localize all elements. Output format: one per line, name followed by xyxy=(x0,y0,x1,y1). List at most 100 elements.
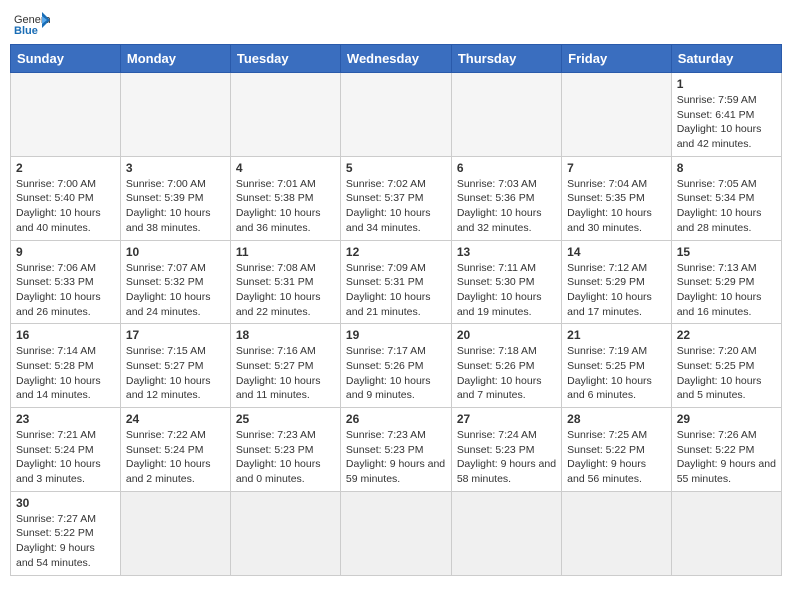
day-number: 28 xyxy=(567,412,666,426)
calendar-cell: 22 Sunrise: 7:20 AMSunset: 5:25 PMDayligh… xyxy=(671,324,781,408)
day-info: Sunrise: 7:18 AMSunset: 5:26 PMDaylight:… xyxy=(457,344,556,403)
week-row-6: 30 Sunrise: 7:27 AMSunset: 5:22 PMDayligh… xyxy=(11,491,782,575)
day-info: Sunrise: 7:16 AMSunset: 5:27 PMDaylight:… xyxy=(236,344,335,403)
day-info: Sunrise: 7:03 AMSunset: 5:36 PMDaylight:… xyxy=(457,177,556,236)
calendar-cell: 1Sunrise: 7:59 AMSunset: 6:41 PMDaylight… xyxy=(671,73,781,157)
day-info: Sunrise: 7:14 AMSunset: 5:28 PMDaylight:… xyxy=(16,344,115,403)
calendar-table: SundayMondayTuesdayWednesdayThursdayFrid… xyxy=(10,44,782,576)
day-number: 7 xyxy=(567,161,666,175)
day-info: Sunrise: 7:26 AMSunset: 5:22 PMDaylight:… xyxy=(677,428,776,487)
days-header-row: SundayMondayTuesdayWednesdayThursdayFrid… xyxy=(11,45,782,73)
calendar-cell: 3 Sunrise: 7:00 AMSunset: 5:39 PMDaylight… xyxy=(120,156,230,240)
day-info: Sunrise: 7:11 AMSunset: 5:30 PMDaylight:… xyxy=(457,261,556,320)
day-number: 27 xyxy=(457,412,556,426)
day-number: 17 xyxy=(126,328,225,342)
day-number: 23 xyxy=(16,412,115,426)
day-number: 12 xyxy=(346,245,446,259)
week-row-4: 16 Sunrise: 7:14 AMSunset: 5:28 PMDayligh… xyxy=(11,324,782,408)
day-number: 15 xyxy=(677,245,776,259)
day-number: 13 xyxy=(457,245,556,259)
calendar-cell: 27Sunrise: 7:24 AMSunset: 5:23 PMDayligh… xyxy=(451,408,561,492)
calendar-cell: 10 Sunrise: 7:07 AMSunset: 5:32 PMDayligh… xyxy=(120,240,230,324)
day-number: 30 xyxy=(16,496,115,510)
day-info: Sunrise: 7:19 AMSunset: 5:25 PMDaylight:… xyxy=(567,344,666,403)
calendar-cell: 13 Sunrise: 7:11 AMSunset: 5:30 PMDayligh… xyxy=(451,240,561,324)
day-number: 6 xyxy=(457,161,556,175)
day-info: Sunrise: 7:15 AMSunset: 5:27 PMDaylight:… xyxy=(126,344,225,403)
calendar-cell: 16 Sunrise: 7:14 AMSunset: 5:28 PMDayligh… xyxy=(11,324,121,408)
day-number: 24 xyxy=(126,412,225,426)
calendar-cell xyxy=(562,73,672,157)
day-number: 2 xyxy=(16,161,115,175)
day-info: Sunrise: 7:20 AMSunset: 5:25 PMDaylight:… xyxy=(677,344,776,403)
day-info: Sunrise: 7:13 AMSunset: 5:29 PMDaylight:… xyxy=(677,261,776,320)
day-number: 11 xyxy=(236,245,335,259)
calendar-cell: 7 Sunrise: 7:04 AMSunset: 5:35 PMDaylight… xyxy=(562,156,672,240)
week-row-3: 9 Sunrise: 7:06 AMSunset: 5:33 PMDaylight… xyxy=(11,240,782,324)
day-info: Sunrise: 7:04 AMSunset: 5:35 PMDaylight:… xyxy=(567,177,666,236)
day-number: 19 xyxy=(346,328,446,342)
day-header-wednesday: Wednesday xyxy=(340,45,451,73)
day-number: 18 xyxy=(236,328,335,342)
calendar-cell: 11Sunrise: 7:08 AMSunset: 5:31 PMDayligh… xyxy=(230,240,340,324)
day-info: Sunrise: 7:06 AMSunset: 5:33 PMDaylight:… xyxy=(16,261,115,320)
calendar-cell: 23Sunrise: 7:21 AMSunset: 5:24 PMDayligh… xyxy=(11,408,121,492)
day-header-monday: Monday xyxy=(120,45,230,73)
day-info: Sunrise: 7:27 AMSunset: 5:22 PMDaylight:… xyxy=(16,512,115,571)
day-info: Sunrise: 7:09 AMSunset: 5:31 PMDaylight:… xyxy=(346,261,446,320)
calendar-cell: 21Sunrise: 7:19 AMSunset: 5:25 PMDayligh… xyxy=(562,324,672,408)
calendar-cell: 5Sunrise: 7:02 AMSunset: 5:37 PMDaylight… xyxy=(340,156,451,240)
day-number: 10 xyxy=(126,245,225,259)
calendar-cell: 2Sunrise: 7:00 AMSunset: 5:40 PMDaylight… xyxy=(11,156,121,240)
day-info: Sunrise: 7:07 AMSunset: 5:32 PMDaylight:… xyxy=(126,261,225,320)
calendar-cell xyxy=(230,73,340,157)
calendar-cell: 4 Sunrise: 7:01 AMSunset: 5:38 PMDaylight… xyxy=(230,156,340,240)
calendar-cell: 9 Sunrise: 7:06 AMSunset: 5:33 PMDaylight… xyxy=(11,240,121,324)
calendar-cell: 26Sunrise: 7:23 AMSunset: 5:23 PMDayligh… xyxy=(340,408,451,492)
calendar-cell xyxy=(11,73,121,157)
day-number: 22 xyxy=(677,328,776,342)
calendar-cell: 25Sunrise: 7:23 AMSunset: 5:23 PMDayligh… xyxy=(230,408,340,492)
day-number: 9 xyxy=(16,245,115,259)
calendar-cell: 8 Sunrise: 7:05 AMSunset: 5:34 PMDaylight… xyxy=(671,156,781,240)
svg-text:Blue: Blue xyxy=(14,25,38,37)
calendar-cell: 30 Sunrise: 7:27 AMSunset: 5:22 PMDayligh… xyxy=(11,491,121,575)
day-info: Sunrise: 7:05 AMSunset: 5:34 PMDaylight:… xyxy=(677,177,776,236)
calendar-cell xyxy=(671,491,781,575)
day-header-saturday: Saturday xyxy=(671,45,781,73)
calendar-cell: 28 Sunrise: 7:25 AMSunset: 5:22 PMDayligh… xyxy=(562,408,672,492)
day-number: 29 xyxy=(677,412,776,426)
day-number: 3 xyxy=(126,161,225,175)
day-number: 14 xyxy=(567,245,666,259)
day-header-tuesday: Tuesday xyxy=(230,45,340,73)
calendar-cell: 6 Sunrise: 7:03 AMSunset: 5:36 PMDaylight… xyxy=(451,156,561,240)
calendar-cell xyxy=(451,73,561,157)
logo: General Blue xyxy=(14,10,50,38)
day-info: Sunrise: 7:01 AMSunset: 5:38 PMDaylight:… xyxy=(236,177,335,236)
day-number: 16 xyxy=(16,328,115,342)
day-number: 1 xyxy=(677,77,776,91)
day-number: 25 xyxy=(236,412,335,426)
day-number: 26 xyxy=(346,412,446,426)
calendar-cell xyxy=(230,491,340,575)
calendar-cell: 29 Sunrise: 7:26 AMSunset: 5:22 PMDayligh… xyxy=(671,408,781,492)
calendar-cell: 18 Sunrise: 7:16 AMSunset: 5:27 PMDayligh… xyxy=(230,324,340,408)
day-header-thursday: Thursday xyxy=(451,45,561,73)
day-info: Sunrise: 7:00 AMSunset: 5:39 PMDaylight:… xyxy=(126,177,225,236)
calendar-cell xyxy=(120,491,230,575)
calendar-cell xyxy=(451,491,561,575)
calendar-cell: 20Sunrise: 7:18 AMSunset: 5:26 PMDayligh… xyxy=(451,324,561,408)
calendar-cell: 12 Sunrise: 7:09 AMSunset: 5:31 PMDayligh… xyxy=(340,240,451,324)
generalblue-logo-icon: General Blue xyxy=(14,10,50,38)
calendar-cell xyxy=(562,491,672,575)
day-number: 8 xyxy=(677,161,776,175)
day-number: 4 xyxy=(236,161,335,175)
day-info: Sunrise: 7:12 AMSunset: 5:29 PMDaylight:… xyxy=(567,261,666,320)
calendar-cell: 14 Sunrise: 7:12 AMSunset: 5:29 PMDayligh… xyxy=(562,240,672,324)
day-info: Sunrise: 7:25 AMSunset: 5:22 PMDaylight:… xyxy=(567,428,666,487)
calendar-cell xyxy=(120,73,230,157)
week-row-5: 23Sunrise: 7:21 AMSunset: 5:24 PMDayligh… xyxy=(11,408,782,492)
day-info: Sunrise: 7:02 AMSunset: 5:37 PMDaylight:… xyxy=(346,177,446,236)
calendar-cell xyxy=(340,491,451,575)
day-header-sunday: Sunday xyxy=(11,45,121,73)
